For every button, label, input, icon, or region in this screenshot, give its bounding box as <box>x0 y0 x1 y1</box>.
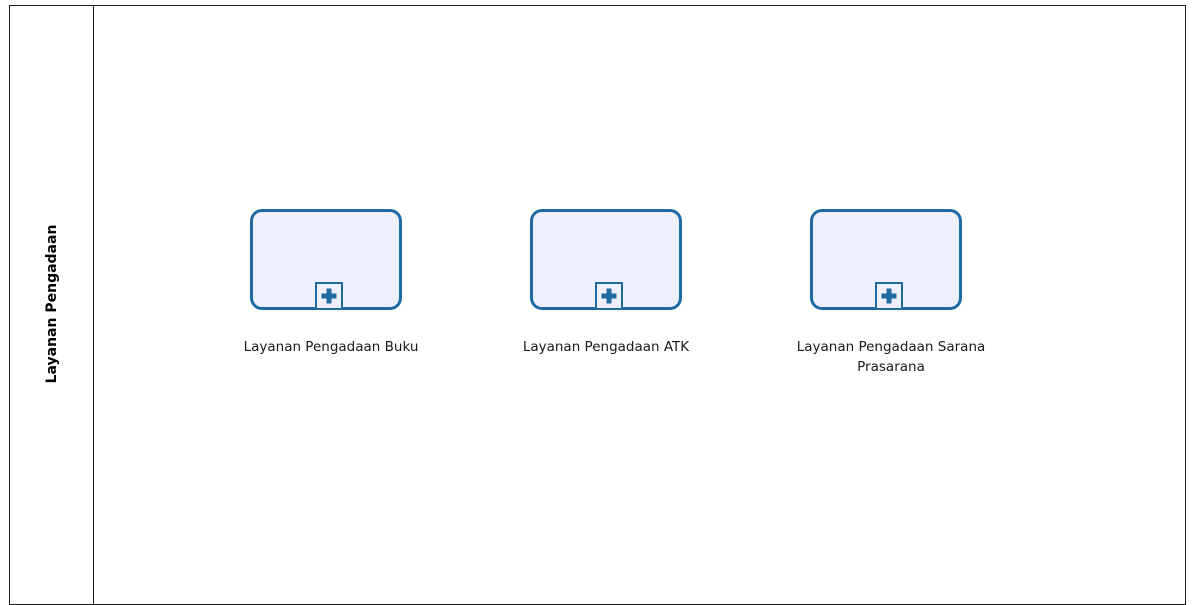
subprocess-marker[interactable] <box>875 282 903 310</box>
plus-icon <box>321 288 337 304</box>
subprocess-task[interactable] <box>530 209 682 310</box>
plus-icon <box>601 288 617 304</box>
subprocess-task[interactable] <box>810 209 962 310</box>
subprocess-marker[interactable] <box>315 282 343 310</box>
subprocess-task[interactable] <box>250 209 402 310</box>
task-label: Layanan Pengadaan Sarana Prasarana <box>796 339 986 375</box>
task-label: Layanan Pengadaan ATK <box>522 339 690 355</box>
task-label: Layanan Pengadaan Buku <box>243 339 419 355</box>
pool-header[interactable]: Layanan Pengadaan <box>10 6 94 604</box>
pool-label: Layanan Pengadaan <box>43 224 60 384</box>
subprocess-marker[interactable] <box>595 282 623 310</box>
plus-icon <box>881 288 897 304</box>
